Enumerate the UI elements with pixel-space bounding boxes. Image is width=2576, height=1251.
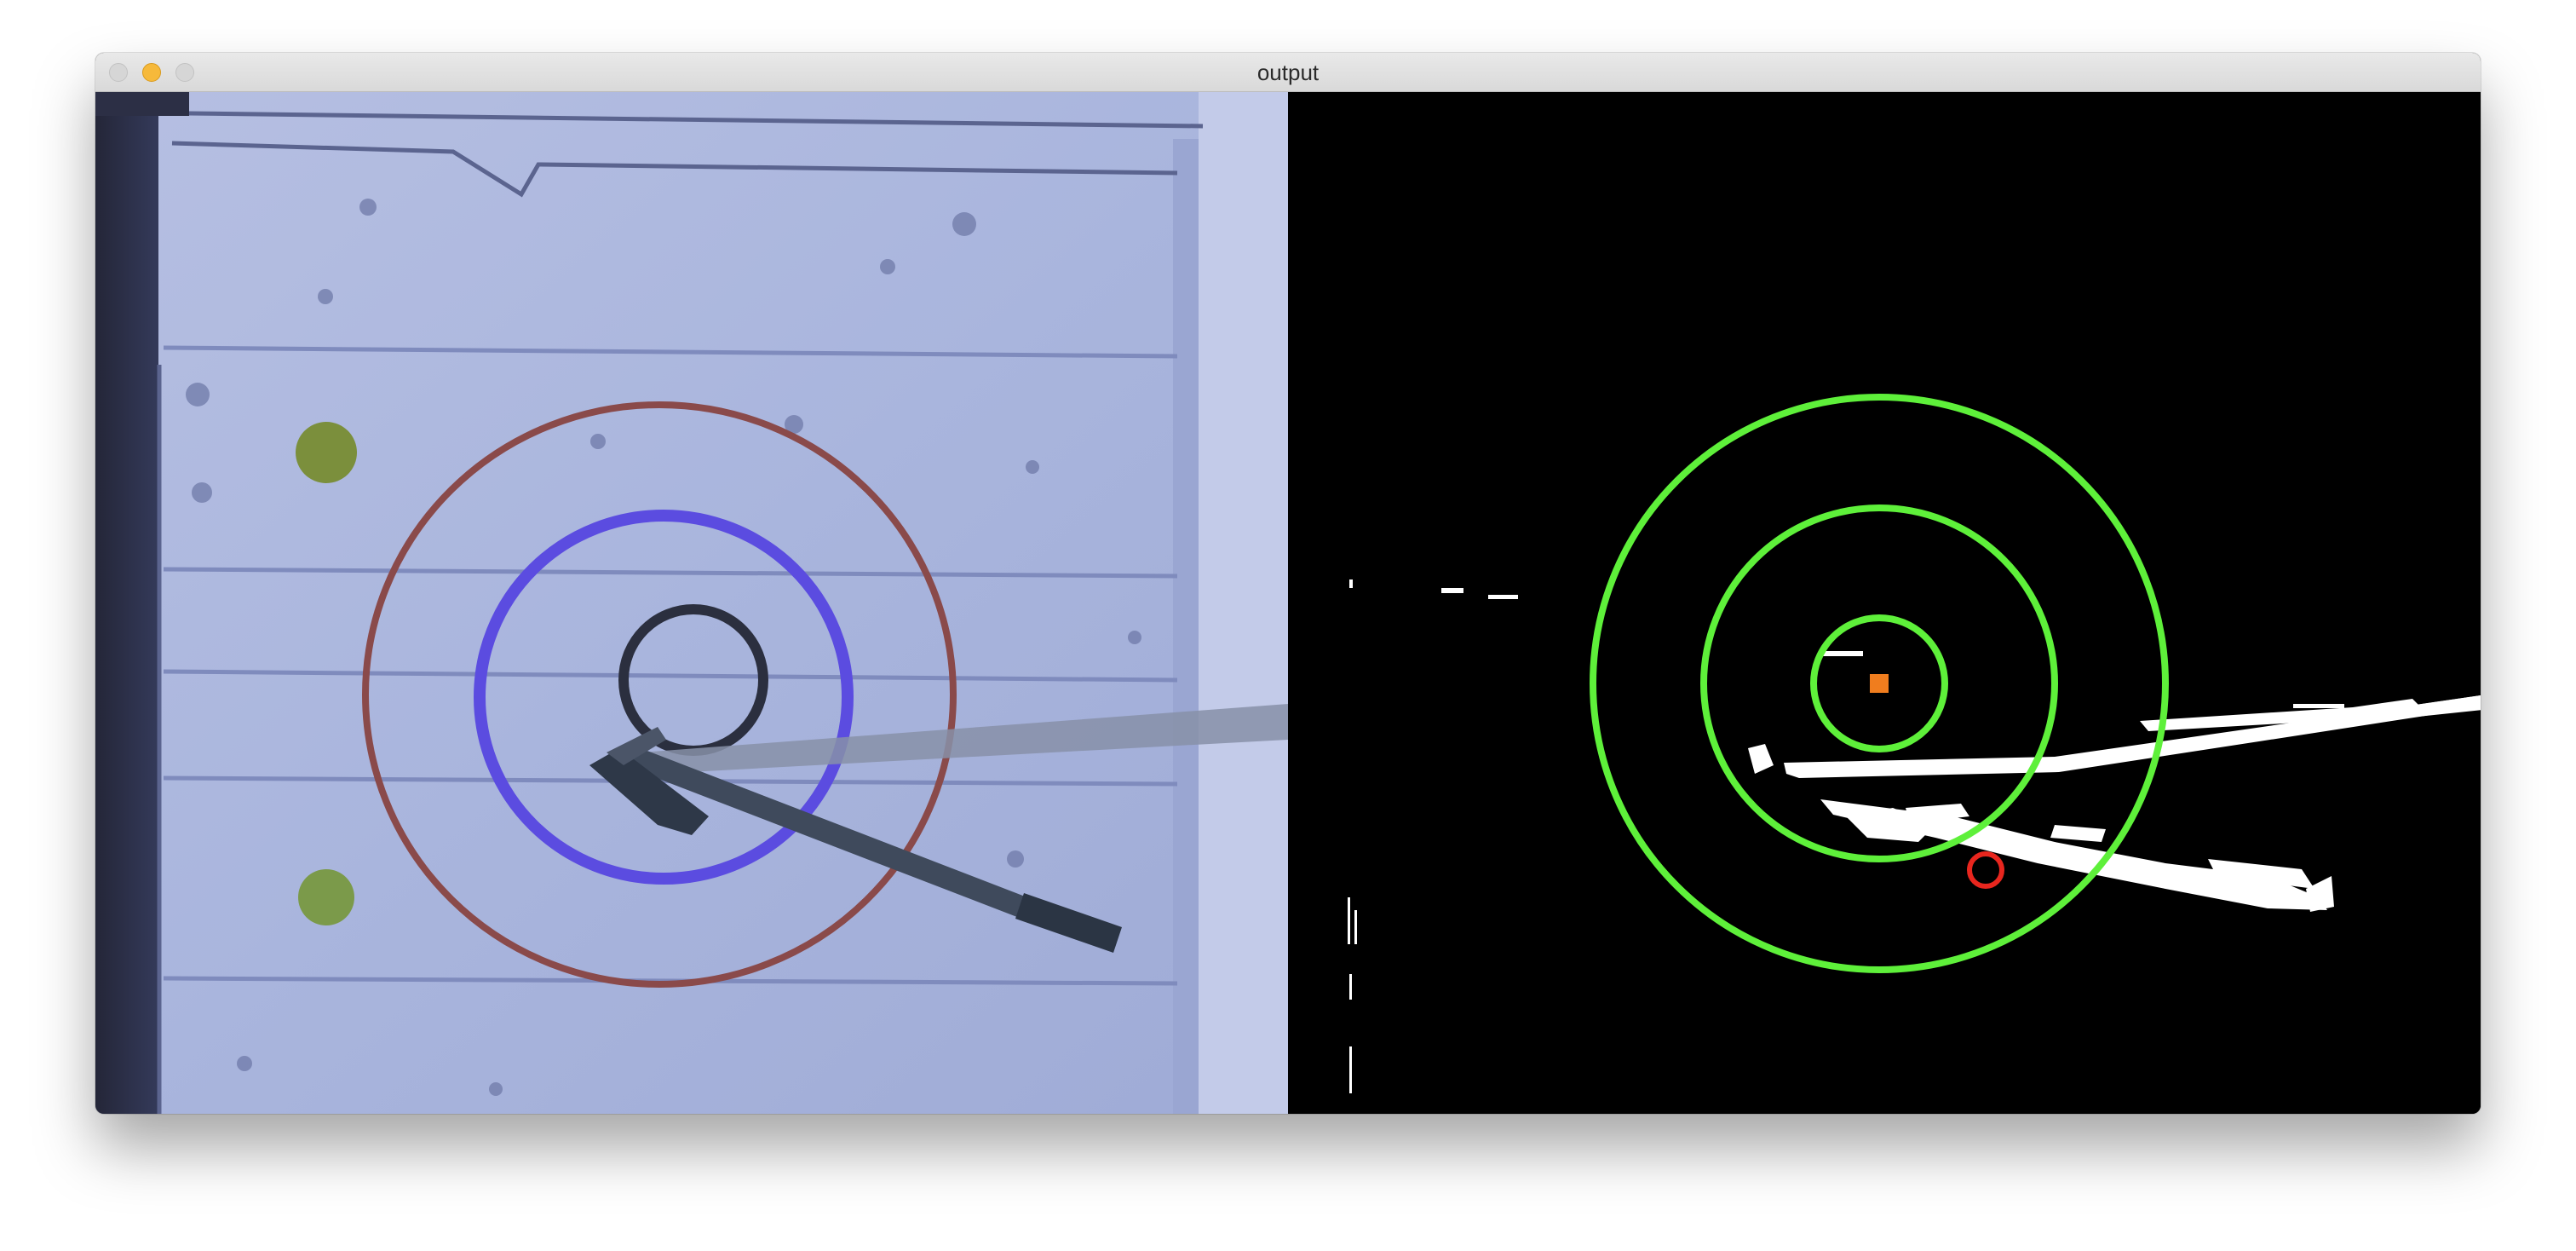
title-bar[interactable]: output <box>95 53 2481 92</box>
green-dot-bottom <box>298 869 354 925</box>
window-title: output <box>1256 60 1320 85</box>
target-center-marker <box>1870 674 1889 693</box>
camera-frame-image <box>95 92 1288 1114</box>
green-dot-top <box>296 422 357 483</box>
mask-background <box>1288 92 2481 1114</box>
mask-image <box>1288 92 2481 1114</box>
board-corner-shadow <box>95 92 189 116</box>
board-surface <box>95 92 1288 1114</box>
app-window: output <box>95 53 2481 1114</box>
frame-post <box>1173 139 1199 1114</box>
mask-view <box>1288 92 2481 1114</box>
frame-right-side <box>1199 92 1288 1114</box>
camera-frame <box>95 92 1288 1114</box>
output-image <box>95 92 2481 1114</box>
board-edge <box>95 92 158 1114</box>
